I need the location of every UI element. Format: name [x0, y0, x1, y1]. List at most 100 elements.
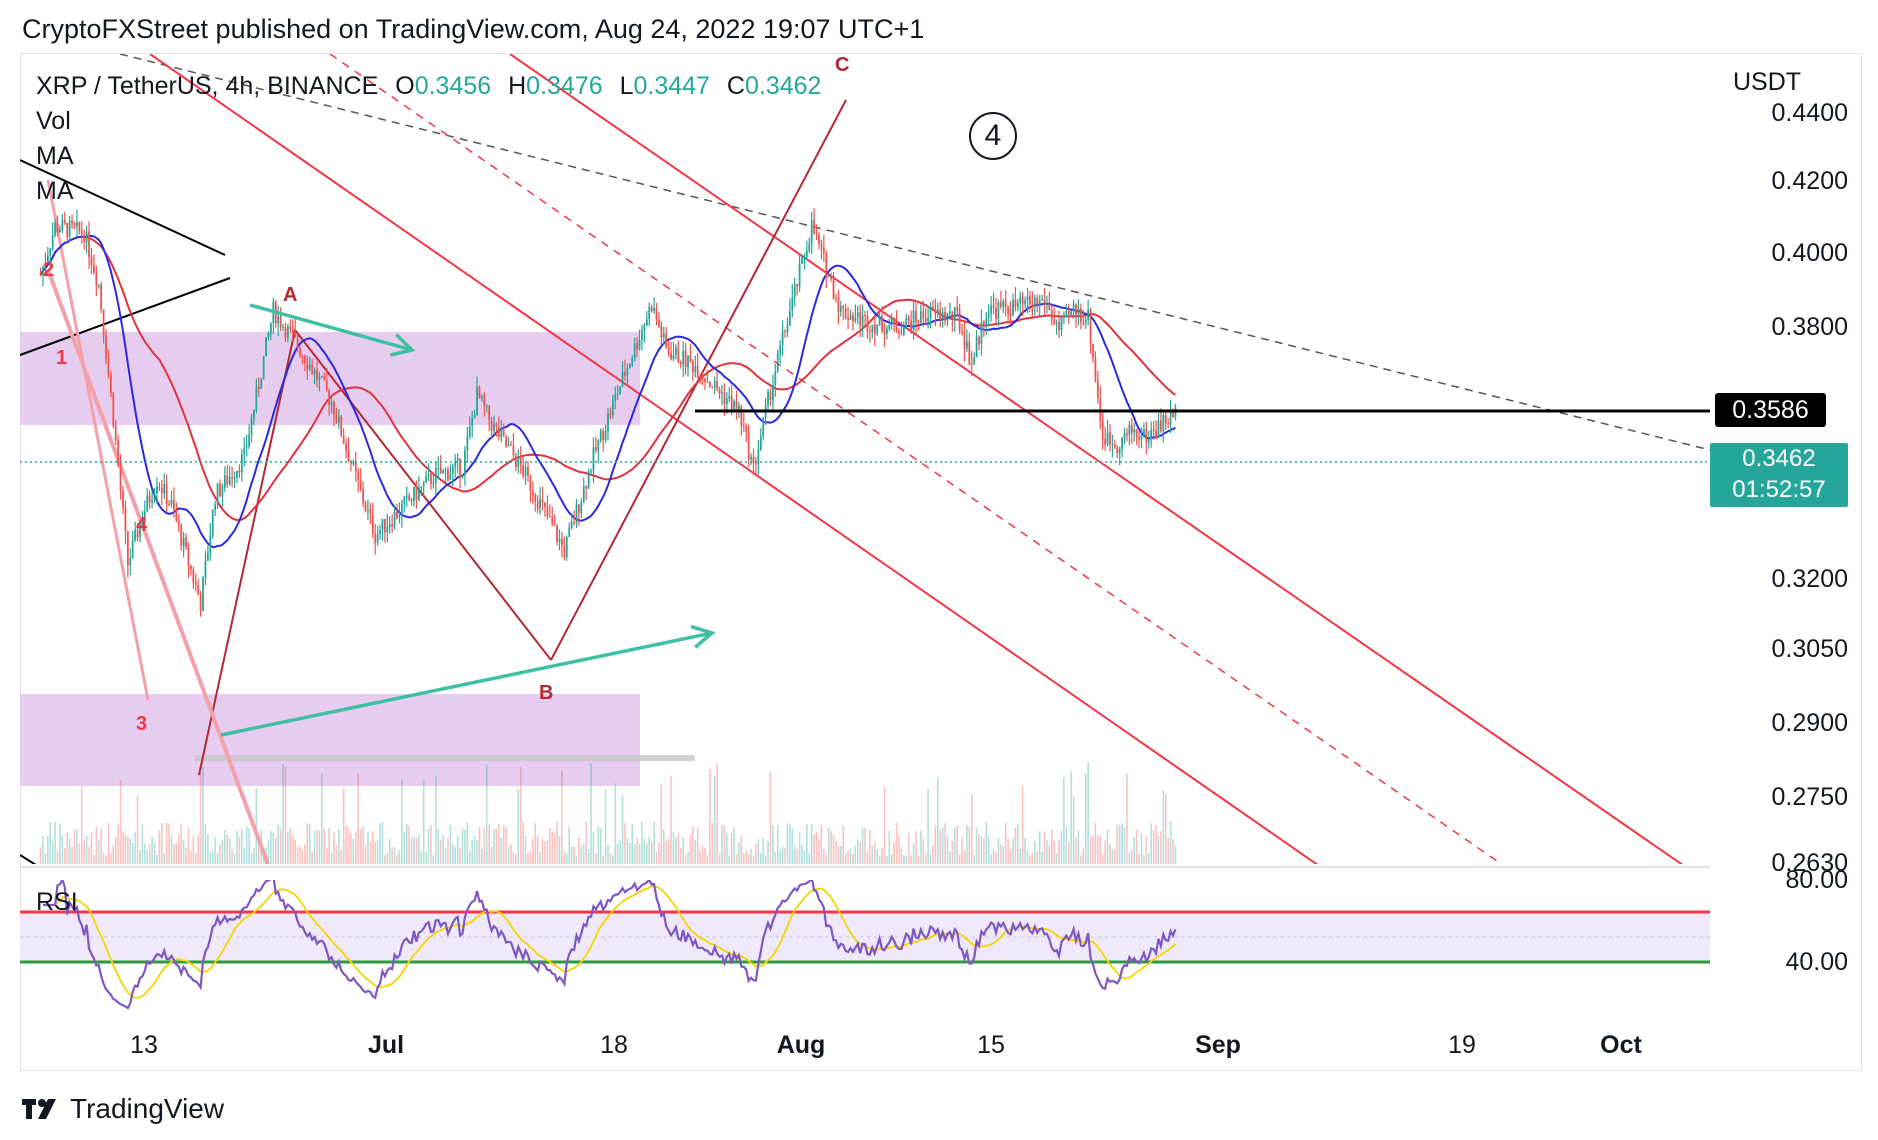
indicator-ma-2[interactable]: MA — [36, 177, 74, 206]
candle-body — [505, 435, 508, 446]
volume-bar — [129, 838, 132, 864]
candle-body — [980, 321, 983, 345]
candle-body — [519, 456, 522, 465]
indicator-ma-1[interactable]: MA — [36, 142, 74, 171]
volume-bar — [369, 841, 372, 864]
candle-body — [990, 305, 993, 314]
volume-bar — [122, 831, 124, 864]
candle-body — [325, 379, 328, 391]
volume-bar — [718, 853, 721, 864]
candle-body — [439, 467, 442, 474]
candle-body — [677, 347, 680, 363]
volume-bar — [970, 794, 973, 864]
volume-bar — [849, 849, 852, 864]
wave-label-a: A — [283, 284, 298, 306]
volume-bar — [473, 835, 476, 864]
volume-bar — [1118, 825, 1121, 864]
volume-bar — [524, 836, 527, 864]
candle-body — [219, 483, 221, 497]
volume-bar — [519, 766, 522, 864]
footer-brand[interactable]: TradingView — [22, 1093, 224, 1125]
candle-body — [93, 265, 95, 273]
volume-bar — [1114, 849, 1116, 864]
volume-bar — [1087, 761, 1089, 864]
candle-body — [1053, 319, 1056, 324]
candle-body — [1152, 429, 1155, 431]
candle-body — [100, 284, 103, 310]
price-chart[interactable] — [0, 0, 1878, 1140]
volume-bar — [291, 835, 294, 864]
volume-bar — [1089, 836, 1092, 864]
volume-bar — [427, 828, 430, 864]
candle-body — [805, 250, 808, 257]
volume-bar — [321, 773, 323, 864]
candle-body — [859, 312, 862, 327]
volume-bar — [47, 836, 49, 864]
volume-bar — [646, 843, 648, 864]
candle-body — [621, 371, 624, 387]
candle-body — [88, 231, 90, 258]
triangle-line-upper — [20, 159, 226, 256]
candle-body — [279, 315, 282, 328]
level-price-tag[interactable]: 0.3586 — [1715, 393, 1826, 427]
volume-bar — [422, 778, 425, 864]
volume-bar — [803, 850, 806, 864]
candle-body — [478, 387, 481, 398]
volume-bar — [1167, 837, 1169, 864]
candle-body — [451, 466, 454, 474]
candle-body — [381, 519, 384, 531]
candle-body — [682, 350, 685, 365]
indicator-vol[interactable]: Vol — [36, 107, 71, 136]
legend-open-label: O — [395, 72, 415, 100]
volume-bar — [1131, 849, 1133, 864]
volume-bar — [512, 852, 515, 864]
volume-bar — [992, 849, 995, 864]
candle-body — [670, 353, 672, 360]
candle-body — [844, 307, 847, 318]
volume-bar — [1123, 827, 1126, 864]
candle-body — [970, 363, 973, 365]
volume-bar — [696, 827, 699, 864]
candle-body — [146, 495, 149, 512]
candle-body — [243, 447, 246, 455]
volume-bar — [1014, 828, 1017, 864]
candle-body — [257, 386, 260, 389]
volume-bar — [592, 831, 595, 864]
candle-body — [716, 381, 719, 390]
volume-bar — [430, 825, 432, 864]
last-price-tag[interactable]: 0.3462 01:52:57 — [1710, 443, 1848, 507]
candle-body — [59, 229, 61, 232]
volume-bar — [39, 847, 42, 864]
candle-body — [156, 486, 158, 494]
volume-bar — [192, 836, 195, 864]
volume-bar — [890, 854, 893, 864]
candle-body — [835, 298, 837, 300]
volume-bar — [367, 831, 369, 864]
candle-body — [607, 413, 609, 432]
wave-label-3: 3 — [136, 713, 148, 735]
candle-body — [883, 331, 886, 335]
volume-bar — [704, 847, 706, 864]
wave-label-c: C — [835, 54, 850, 76]
candle-body — [396, 511, 398, 518]
candle-body — [447, 469, 449, 480]
volume-bar — [517, 788, 520, 864]
volume-bar — [139, 849, 141, 864]
rsi-label[interactable]: RSI — [36, 888, 78, 917]
legend-symbol[interactable]: XRP / TetherUS, 4h, BINANCE — [36, 72, 378, 100]
volume-bar — [1145, 836, 1148, 864]
volume-bar — [961, 837, 963, 864]
volume-bar — [1075, 837, 1077, 864]
volume-bar — [214, 837, 216, 864]
volume-bar — [587, 848, 590, 864]
candle-body — [223, 475, 226, 488]
bar-countdown: 01:52:57 — [1732, 476, 1826, 503]
volume-bar — [582, 843, 585, 864]
volume-bar — [493, 828, 495, 864]
volume-bar — [1106, 829, 1109, 864]
volume-bar — [578, 837, 580, 864]
volume-bar — [980, 836, 983, 864]
volume-bar — [299, 846, 301, 864]
candle-body — [524, 466, 527, 476]
volume-bar — [883, 785, 886, 864]
